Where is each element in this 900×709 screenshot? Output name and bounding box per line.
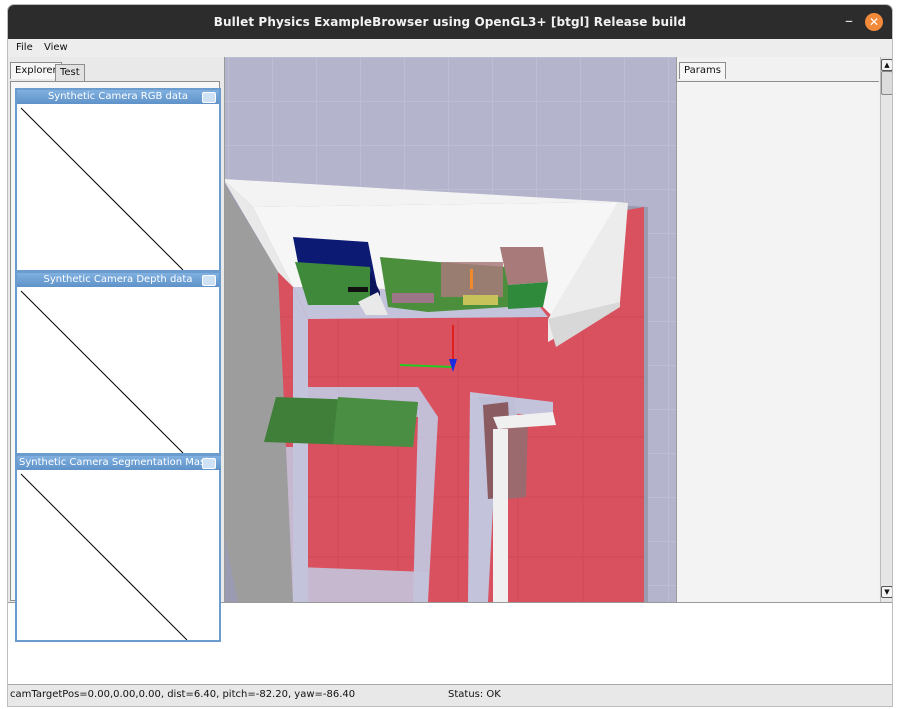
menu-file[interactable]: File — [16, 41, 33, 55]
status-bar: camTargetPos=0.00,0.00,0.00, dist=6.40, … — [8, 684, 892, 706]
camera-segmentation-collapse-button[interactable] — [202, 458, 216, 469]
tab-test[interactable]: Test — [55, 64, 85, 81]
params-panel: Params — [676, 57, 881, 602]
title-bar[interactable]: Bullet Physics ExampleBrowser using Open… — [8, 5, 892, 39]
menu-bar: File View — [8, 39, 892, 57]
camera-rgb-image — [20, 107, 184, 270]
camera-segmentation-title[interactable]: Synthetic Camera Segmentation Mask — [17, 456, 221, 470]
camera-depth-image — [20, 290, 184, 453]
camera-rgb-title[interactable]: Synthetic Camera RGB data — [17, 90, 219, 104]
close-button[interactable]: ✕ — [865, 13, 883, 31]
camera-rgb-window[interactable]: Synthetic Camera RGB data — [15, 88, 221, 272]
camera-rgb-collapse-button[interactable] — [202, 92, 216, 103]
camera-segmentation-image — [20, 473, 188, 640]
camera-depth-collapse-button[interactable] — [202, 275, 216, 286]
params-list — [677, 81, 879, 602]
pink-box — [500, 247, 548, 285]
minimize-button[interactable]: – — [840, 13, 858, 31]
camera-status: camTargetPos=0.00,0.00,0.00, dist=6.40, … — [10, 689, 356, 700]
white-column — [493, 429, 508, 602]
params-scrollbar[interactable]: ▲ ▼ — [880, 57, 892, 602]
scroll-thumb[interactable] — [881, 71, 892, 95]
tab-explorer[interactable]: Explorer — [10, 62, 62, 79]
status-text: Status: OK — [448, 689, 501, 700]
scroll-up-button[interactable]: ▲ — [881, 59, 892, 71]
scroll-down-button[interactable]: ▼ — [881, 586, 892, 598]
tab-params[interactable]: Params — [679, 62, 726, 79]
camera-segmentation-window[interactable]: Synthetic Camera Segmentation Mask — [15, 454, 221, 642]
window-title: Bullet Physics ExampleBrowser using Open… — [213, 15, 687, 29]
camera-depth-title[interactable]: Synthetic Camera Depth data — [17, 273, 219, 287]
camera-depth-window[interactable]: Synthetic Camera Depth data — [15, 271, 221, 455]
menu-view[interactable]: View — [44, 41, 68, 55]
